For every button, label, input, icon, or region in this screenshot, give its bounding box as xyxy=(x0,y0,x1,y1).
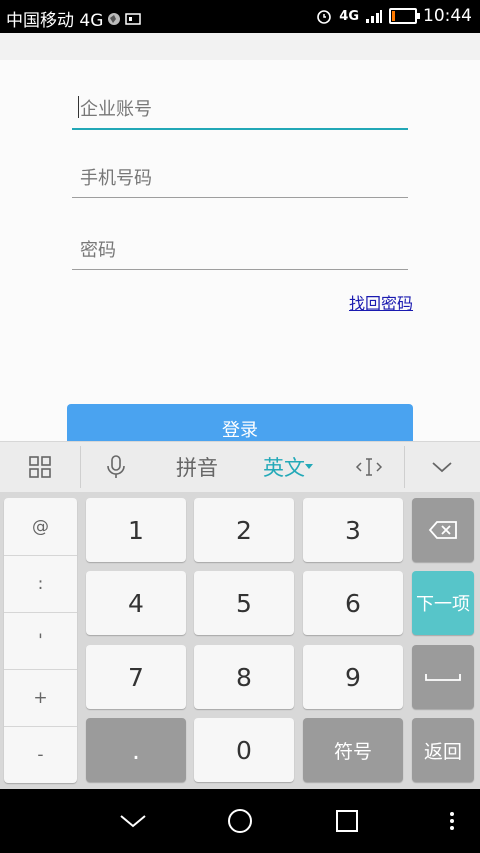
pinyin-mode-button[interactable]: 拼音 xyxy=(164,442,230,492)
symbol-key[interactable]: ' xyxy=(4,612,77,670)
recents-nav-icon[interactable] xyxy=(327,789,367,853)
symbols-key[interactable]: 符号 xyxy=(303,718,403,782)
home-nav-icon[interactable] xyxy=(220,789,260,853)
backspace-icon xyxy=(428,521,457,539)
english-mode-label: 英文 xyxy=(263,456,305,480)
key-1[interactable]: 1 xyxy=(86,498,186,562)
key-8[interactable]: 8 xyxy=(194,645,294,709)
dropdown-arrow-icon xyxy=(305,464,313,469)
key-2[interactable]: 2 xyxy=(194,498,294,562)
back-nav-icon[interactable] xyxy=(113,789,153,853)
backspace-key[interactable] xyxy=(412,498,474,562)
key-5[interactable]: 5 xyxy=(194,571,294,635)
key-0[interactable]: 0 xyxy=(194,718,294,782)
key-7[interactable]: 7 xyxy=(86,645,186,709)
carrier-label: 中国移动 4G xyxy=(6,11,104,31)
password-field[interactable] xyxy=(72,229,408,270)
toolbar-divider xyxy=(80,446,81,488)
cursor-move-icon[interactable] xyxy=(346,442,392,492)
space-key[interactable] xyxy=(412,645,474,709)
return-key[interactable]: 返回 xyxy=(412,718,474,782)
english-mode-button[interactable]: 英文 xyxy=(256,442,320,492)
status-bar: 中国移动 4G 4G 10:44 xyxy=(0,0,480,33)
grid-menu-icon[interactable] xyxy=(14,442,66,492)
collapse-keyboard-icon[interactable] xyxy=(418,442,466,492)
microphone-icon[interactable] xyxy=(92,442,140,492)
network-type-label: 4G xyxy=(339,8,359,24)
dot-key[interactable]: . xyxy=(86,718,186,782)
sim-card-icon xyxy=(125,12,142,25)
symbol-key[interactable]: @ xyxy=(4,498,77,556)
key-4[interactable]: 4 xyxy=(86,571,186,635)
phone-input[interactable] xyxy=(78,165,402,191)
signal-icon xyxy=(366,10,382,23)
toolbar-divider xyxy=(404,446,405,488)
numeric-keyboard: @ : ' + - 1 2 3 4 5 6 下一项 7 8 9 . 0 符号 返… xyxy=(0,492,480,789)
symbol-key[interactable]: + xyxy=(4,669,77,727)
phone-field[interactable] xyxy=(72,157,408,198)
more-options-icon[interactable] xyxy=(440,789,464,853)
key-9[interactable]: 9 xyxy=(303,645,403,709)
symbol-column[interactable]: @ : ' + - xyxy=(4,498,77,783)
navigation-bar xyxy=(0,789,480,853)
space-bar-icon xyxy=(425,674,461,681)
symbol-key[interactable]: : xyxy=(4,555,77,613)
company-account-field[interactable] xyxy=(72,88,408,130)
battery-icon xyxy=(389,8,420,24)
clock-time: 10:44 xyxy=(423,6,472,26)
symbol-key[interactable]: - xyxy=(4,726,77,783)
next-field-key[interactable]: 下一项 xyxy=(412,571,474,635)
company-account-input[interactable] xyxy=(78,96,402,122)
forgot-password-link[interactable]: 找回密码 xyxy=(349,290,413,314)
globe-icon xyxy=(108,12,121,25)
header-band xyxy=(0,33,480,60)
text-cursor xyxy=(78,96,79,118)
key-3[interactable]: 3 xyxy=(303,498,403,562)
key-6[interactable]: 6 xyxy=(303,571,403,635)
alarm-icon xyxy=(317,10,332,24)
password-input[interactable] xyxy=(78,237,402,263)
keyboard-toolbar: 拼音 英文 xyxy=(0,441,480,493)
